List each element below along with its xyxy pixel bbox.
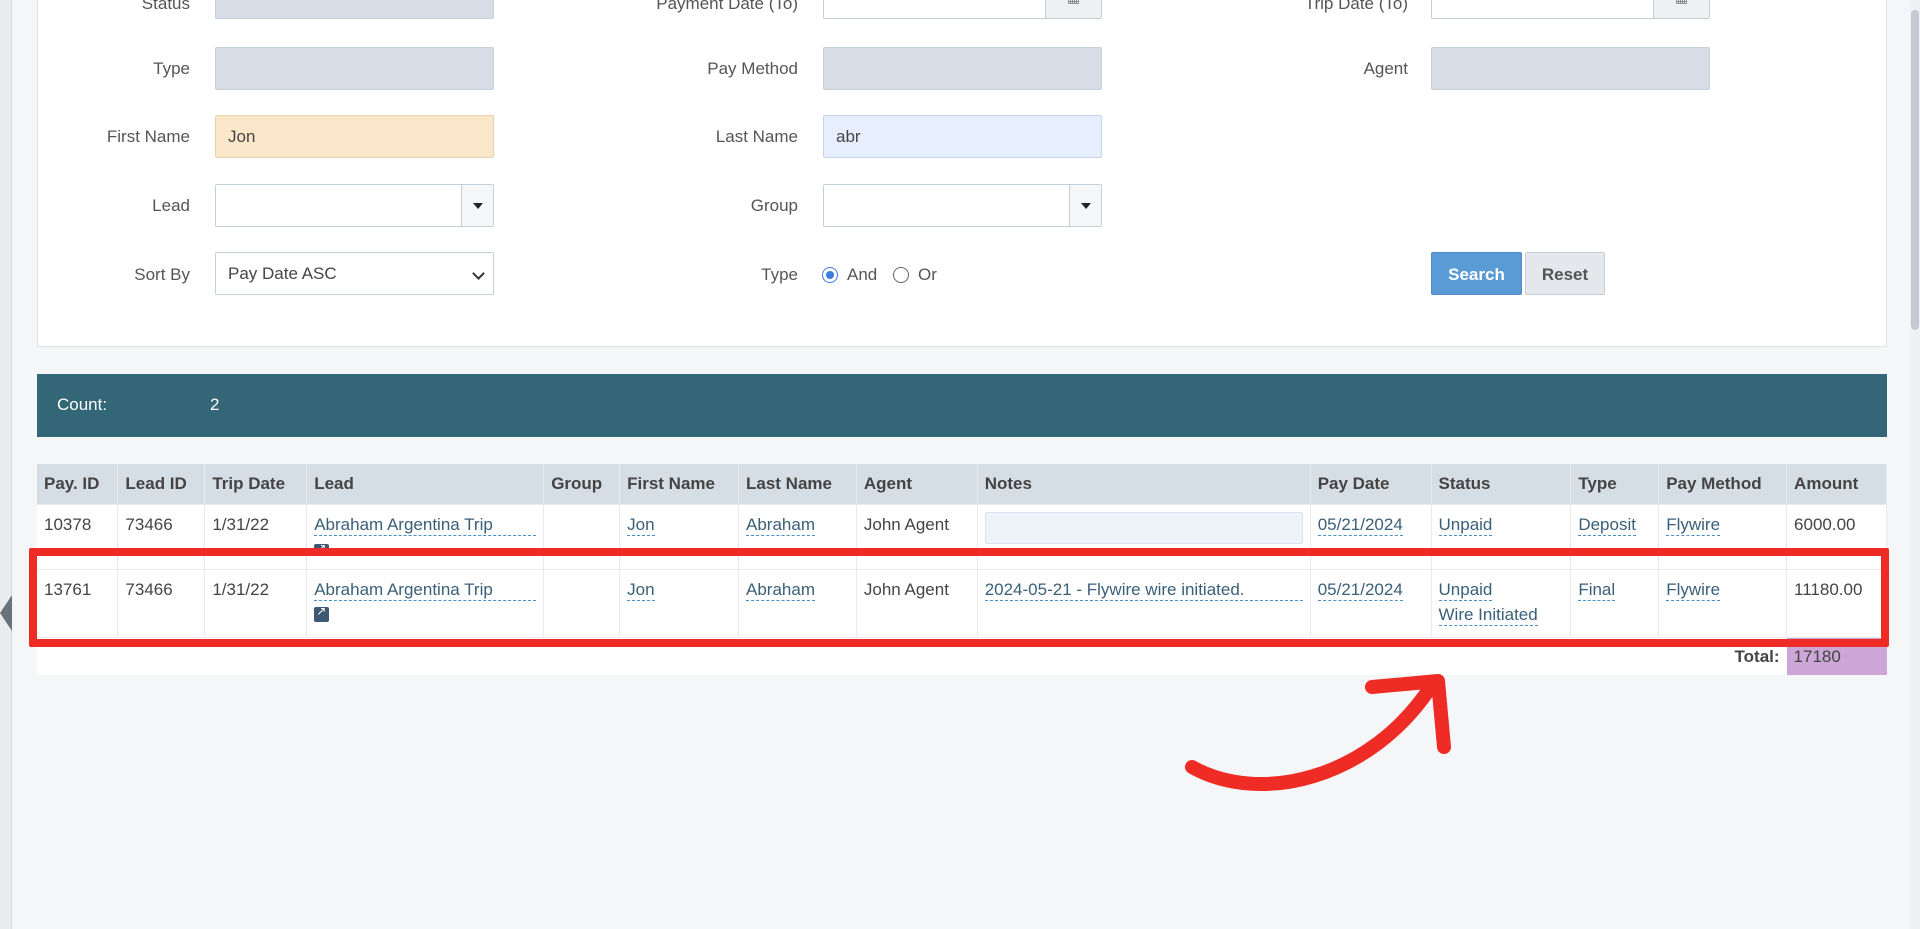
calendar-icon[interactable]: ▦ [1653,0,1709,18]
radio-and[interactable] [822,267,838,283]
lead-dropdown[interactable] [215,184,494,227]
header-group[interactable]: Group [543,464,621,504]
sort-by-select[interactable]: Pay Date ASC [215,252,494,295]
first-name-label: First Name [106,127,190,146]
header-trip-date[interactable]: Trip Date [204,464,308,504]
group-label: Group [750,196,798,215]
header-last-name[interactable]: Last Name [738,464,857,504]
group-dropdown[interactable] [823,184,1102,227]
count-bar: Count: 2 [37,374,1887,437]
lead-label: Lead [152,196,190,215]
chevron-down-icon [472,267,485,280]
reset-button[interactable]: Reset [1525,252,1605,295]
trip-date-to-field[interactable]: ▦ [1431,0,1710,19]
count-label: Count: [57,395,108,414]
annotation-arrow-icon [1185,674,1451,791]
radio-and-label: And [847,265,878,284]
scrollbar-thumb[interactable] [1911,10,1919,330]
first-name-field[interactable]: Jon [215,115,494,158]
collapse-sidebar-icon[interactable] [0,595,12,631]
header-pay-id[interactable]: Pay. ID [37,464,119,504]
calendar-icon[interactable]: ▦ [1045,0,1101,18]
header-pay-method[interactable]: Pay Method [1658,464,1788,504]
agent-label: Agent [1363,59,1408,78]
pay-method-link[interactable]: Flywire [1666,515,1721,536]
header-type[interactable]: Type [1570,464,1660,504]
sort-by-label: Sort By [134,265,190,284]
first-name-link[interactable]: Jon [627,515,655,536]
header-first-name[interactable]: First Name [619,464,739,504]
count-value: 2 [210,395,220,414]
search-button[interactable]: Search [1431,252,1522,295]
status-link[interactable]: Unpaid [1438,515,1493,536]
header-agent[interactable]: Agent [856,464,978,504]
payment-date-to-label: Payment Date (To) [656,0,798,13]
lead-link[interactable]: Abraham Argentina Trip [314,515,537,536]
pay-method-label: Pay Method [707,59,798,78]
header-notes[interactable]: Notes [977,464,1311,504]
last-name-field[interactable]: abr [823,115,1102,158]
chevron-down-icon[interactable] [461,185,493,226]
page-scrollbar[interactable] [1910,0,1920,929]
highlight-box [29,548,1889,647]
header-lead[interactable]: Lead [306,464,545,504]
header-amount[interactable]: Amount [1786,464,1887,504]
payment-date-to-field[interactable]: ▦ [823,0,1102,19]
sort-by-value: Pay Date ASC [228,264,337,283]
type-link[interactable]: Deposit [1578,515,1636,536]
status-label: Status [141,0,190,13]
last-name-link[interactable]: Abraham [746,515,815,536]
header-pay-date[interactable]: Pay Date [1310,464,1432,504]
left-sidebar-edge [0,0,12,929]
last-name-label: Last Name [715,127,798,146]
chevron-down-icon[interactable] [1069,185,1101,226]
radio-or[interactable] [893,267,909,283]
pay-date-link[interactable]: 05/21/2024 [1317,515,1403,536]
pay-method-field[interactable] [823,47,1102,90]
trip-date-to-label: Trip Date (To) [1304,0,1408,13]
notes-editable[interactable] [984,511,1303,544]
status-field[interactable] [215,0,494,19]
type-label: Type [153,59,190,78]
header-status[interactable]: Status [1431,464,1572,504]
header-lead-id[interactable]: Lead ID [117,464,206,504]
type-field[interactable] [215,47,494,90]
agent-field[interactable] [1431,47,1710,90]
match-type-label: Type [761,265,798,284]
table-header-row: Pay. ID Lead ID Trip Date Lead Group Fir… [37,464,1887,504]
radio-or-label: Or [918,265,937,284]
